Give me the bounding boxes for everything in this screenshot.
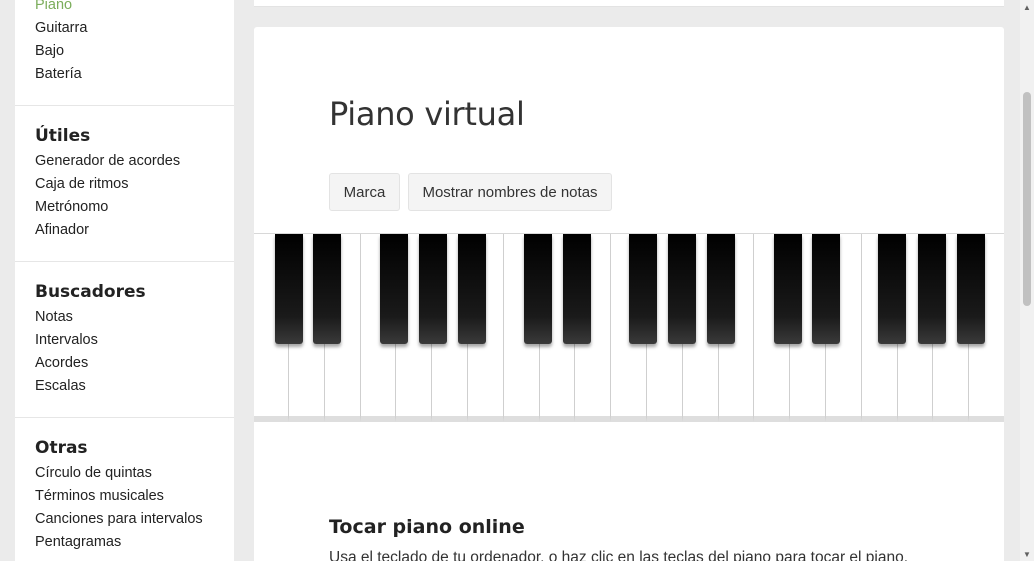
sidebar-item-circulo-quintas[interactable]: Círculo de quintas (35, 462, 214, 485)
sidebar-heading-buscadores: Buscadores (35, 282, 146, 302)
sidebar-heading-utiles: Útiles (35, 126, 91, 146)
piano-black-key[interactable] (957, 234, 985, 344)
sidebar-item-piano[interactable]: Piano (35, 0, 214, 17)
sidebar-group-buscadores: Buscadores Notas Intervalos Acordes Esca… (15, 262, 234, 418)
sidebar-item-bateria[interactable]: Batería (35, 63, 214, 86)
previous-card-edge (254, 0, 1004, 7)
sidebar-item-escalas[interactable]: Escalas (35, 375, 214, 398)
piano-black-key[interactable] (774, 234, 802, 344)
sidebar-item-terminos-musicales[interactable]: Términos musicales (35, 485, 214, 508)
sidebar-item-caja-ritmos[interactable]: Caja de ritmos (35, 173, 214, 196)
piano-black-key[interactable] (458, 234, 486, 344)
triangle-down-icon[interactable]: ▼ (1020, 547, 1034, 561)
sidebar-item-canciones-intervalos[interactable]: Canciones para intervalos (35, 508, 214, 531)
sidebar-item-afinador[interactable]: Afinador (35, 219, 214, 242)
section-text: Usa el teclado de tu ordenador, o haz cl… (329, 549, 909, 561)
piano-black-key[interactable] (275, 234, 303, 344)
page-scrollbar[interactable]: ▲ ▼ (1020, 0, 1034, 561)
scrollbar-thumb[interactable] (1023, 92, 1031, 306)
piano-black-key[interactable] (812, 234, 840, 344)
sidebar-heading-otras: Otras (35, 438, 88, 458)
sidebar-group-utiles: Útiles Generador de acordes Caja de ritm… (15, 106, 234, 262)
sidebar-group-instruments: Piano Guitarra Bajo Batería (15, 0, 234, 106)
piano-card: Piano virtual Marca Mostrar nombres de n… (254, 27, 1004, 561)
sidebar-item-pentagramas[interactable]: Pentagramas (35, 531, 214, 554)
piano-black-key[interactable] (313, 234, 341, 344)
piano-black-key[interactable] (380, 234, 408, 344)
section-title: Tocar piano online (329, 516, 525, 538)
sidebar-item-metronomo[interactable]: Metrónomo (35, 196, 214, 219)
sidebar-item-intervalos[interactable]: Intervalos (35, 329, 214, 352)
piano-keyboard (254, 233, 1004, 429)
triangle-up-icon[interactable]: ▲ (1020, 0, 1034, 14)
sidebar-item-generador-acordes[interactable]: Generador de acordes (35, 150, 214, 173)
sidebar-group-otras: Otras Círculo de quintas Términos musica… (15, 418, 234, 554)
piano-black-key[interactable] (524, 234, 552, 344)
page-title: Piano virtual (329, 95, 525, 133)
sidebar-nav: Piano Guitarra Bajo Batería Útiles Gener… (15, 0, 234, 561)
sidebar-item-notas[interactable]: Notas (35, 306, 214, 329)
piano-black-key[interactable] (563, 234, 591, 344)
sidebar-item-acordes[interactable]: Acordes (35, 352, 214, 375)
piano-black-key[interactable] (629, 234, 657, 344)
sidebar-item-bajo[interactable]: Bajo (35, 40, 214, 63)
piano-black-key[interactable] (918, 234, 946, 344)
show-note-names-button[interactable]: Mostrar nombres de notas (408, 173, 612, 211)
sidebar-item-guitarra[interactable]: Guitarra (35, 17, 214, 40)
piano-black-key[interactable] (878, 234, 906, 344)
piano-black-key[interactable] (419, 234, 447, 344)
piano-black-key[interactable] (707, 234, 735, 344)
piano-black-key[interactable] (668, 234, 696, 344)
mark-button[interactable]: Marca (329, 173, 400, 211)
